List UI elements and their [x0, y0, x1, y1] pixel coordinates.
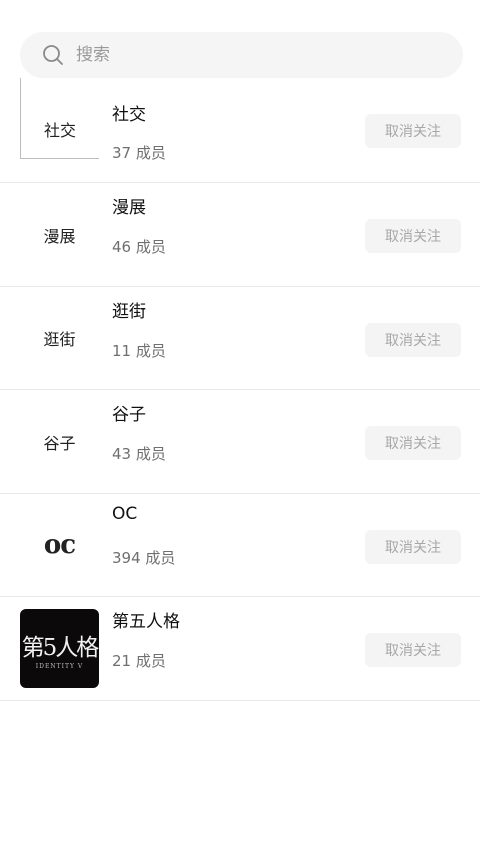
member-count: 46 成员 — [112, 238, 166, 256]
list-item[interactable]: 漫展 漫展 46 成员 取消关注 — [0, 183, 480, 287]
thumbnail-text: 逛街 — [43, 330, 76, 349]
game-logo-subtitle: IDENTITY V — [35, 663, 84, 670]
list-item[interactable]: oc OC 394 成员 取消关注 — [0, 494, 480, 597]
group-thumbnail: 谷子 — [20, 402, 99, 481]
group-thumbnail: 漫展 — [20, 195, 99, 274]
search-icon — [43, 45, 63, 65]
group-name: 谷子 — [112, 405, 146, 425]
unfollow-button[interactable]: 取消关注 — [365, 322, 461, 357]
group-name: 漫展 — [112, 198, 146, 218]
game-logo-text: 第5人格 — [21, 635, 99, 661]
group-thumbnail: 第5人格 IDENTITY V — [20, 609, 99, 688]
group-name: 逛街 — [112, 301, 146, 322]
list-item[interactable]: 社交 社交 37 成员 取消关注 — [0, 78, 480, 183]
group-thumbnail: oc — [20, 505, 99, 585]
unfollow-button[interactable]: 取消关注 — [365, 219, 461, 253]
member-count: 37 成员 — [112, 144, 166, 162]
group-name: OC — [112, 503, 138, 524]
thumbnail-text: 漫展 — [43, 226, 76, 246]
unfollow-button[interactable]: 取消关注 — [365, 633, 461, 667]
list-item[interactable]: 逛街 逛街 11 成员 取消关注 — [0, 287, 480, 390]
unfollow-button[interactable]: 取消关注 — [365, 529, 461, 564]
thumbnail-text: 谷子 — [43, 433, 76, 453]
unfollow-button[interactable]: 取消关注 — [365, 114, 461, 148]
member-count: 21 成员 — [112, 652, 166, 670]
member-count: 43 成员 — [112, 445, 166, 463]
thumbnail-text: oc — [43, 530, 76, 560]
group-thumbnail: 社交 — [20, 78, 99, 159]
member-count: 11 成员 — [112, 341, 166, 360]
unfollow-button[interactable]: 取消关注 — [365, 426, 461, 460]
list-item[interactable]: 第5人格 IDENTITY V 第五人格 21 成员 取消关注 — [0, 597, 480, 701]
list-item[interactable]: 谷子 谷子 43 成员 取消关注 — [0, 390, 480, 494]
thumbnail-text: 社交 — [43, 121, 76, 140]
member-count: 394 成员 — [112, 548, 176, 567]
group-name: 第五人格 — [112, 612, 180, 632]
group-name: 社交 — [112, 105, 146, 125]
search-bar[interactable] — [20, 32, 463, 78]
group-thumbnail: 逛街 — [20, 298, 99, 378]
group-list: 社交 社交 37 成员 取消关注 漫展 漫展 46 成员 取消关注 逛街 逛街 … — [0, 78, 480, 701]
search-input[interactable] — [76, 32, 446, 78]
